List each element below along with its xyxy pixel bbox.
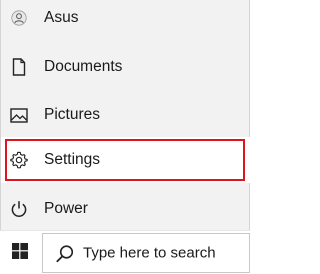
menu-item-label: Documents bbox=[44, 58, 123, 75]
menu-item-label: Settings bbox=[44, 151, 101, 168]
menu-item-label: Asus bbox=[44, 9, 79, 26]
search-icon bbox=[55, 244, 75, 264]
menu-item-label: Pictures bbox=[44, 106, 100, 123]
gear-icon bbox=[10, 151, 28, 169]
menu-item-power[interactable]: Power bbox=[1, 186, 251, 232]
start-button[interactable] bbox=[0, 231, 40, 274]
menu-item-settings[interactable]: Settings bbox=[1, 137, 251, 183]
pictures-icon bbox=[10, 106, 28, 124]
menu-item-pictures[interactable]: Pictures bbox=[1, 92, 251, 138]
windows-logo-icon bbox=[12, 242, 28, 264]
taskbar: Type here to search bbox=[0, 230, 250, 274]
menu-item-documents[interactable]: Documents bbox=[1, 44, 251, 90]
menu-item-label: Power bbox=[44, 200, 88, 217]
taskbar-search-box[interactable]: Type here to search bbox=[42, 233, 250, 273]
start-menu-panel: Asus Documents Pictures Settings Power bbox=[0, 0, 251, 232]
user-icon bbox=[10, 9, 28, 27]
menu-item-user[interactable]: Asus bbox=[1, 0, 251, 41]
power-icon bbox=[10, 200, 28, 218]
document-icon bbox=[10, 58, 28, 76]
search-placeholder: Type here to search bbox=[83, 244, 216, 262]
